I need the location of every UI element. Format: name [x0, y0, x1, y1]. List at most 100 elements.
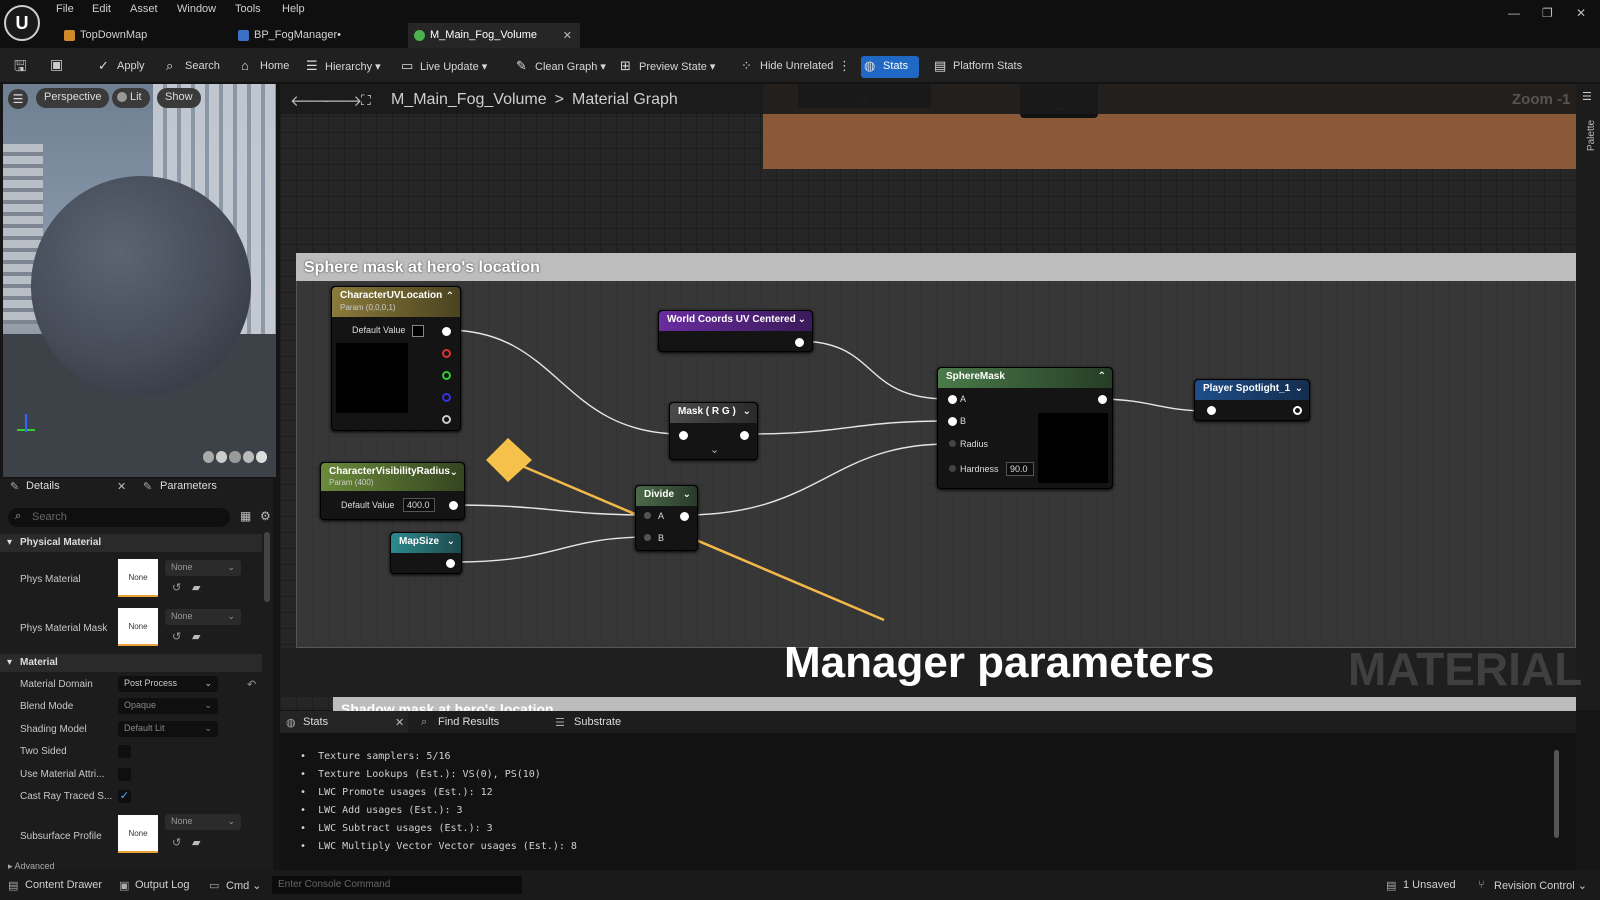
chevron-down-icon[interactable]: ⌄: [450, 467, 458, 478]
output-log-button[interactable]: Output Log: [135, 879, 189, 891]
tab-find-results[interactable]: Find Results: [438, 716, 499, 728]
node-header[interactable]: Mask ( R G ) ⌄: [670, 403, 757, 423]
stat-text: Texture samplers: 5/16: [318, 751, 451, 762]
wire: [446, 329, 683, 435]
pin-label-hardness: Hardness: [960, 464, 999, 474]
color-swatch[interactable]: [412, 325, 424, 337]
node-title: CharacterVisibilityRadius: [329, 466, 450, 477]
content-drawer-button[interactable]: Content Drawer: [25, 879, 102, 891]
cmd-dropdown[interactable]: Cmd ⌄: [226, 879, 262, 892]
output-pin[interactable]: [446, 559, 455, 568]
node-divide[interactable]: Divide ⌄ A B: [635, 485, 698, 551]
chevron-down-icon[interactable]: ⌄: [798, 314, 806, 325]
node-mask-rg[interactable]: Mask ( R G ) ⌄ ⌄: [669, 402, 758, 460]
output-pin[interactable]: [680, 512, 689, 521]
comment-title-lower[interactable]: Shadow mask at hero's location: [333, 697, 1576, 711]
chevron-down-icon[interactable]: ⌄: [743, 406, 751, 417]
chevron-up-icon[interactable]: ⌃: [1098, 371, 1106, 382]
input-pin-hardness[interactable]: [949, 465, 956, 472]
material-watermark: MATERIAL: [1348, 643, 1583, 695]
default-value-label: Default Value: [352, 325, 406, 335]
output-pin-g[interactable]: [442, 371, 451, 380]
tab-stats[interactable]: Stats: [303, 716, 328, 728]
input-pin-radius[interactable]: [949, 440, 956, 447]
node-title: World Coords UV Centered: [667, 314, 796, 325]
input-pin-a[interactable]: [948, 395, 957, 404]
stat-text: LWC Promote usages (Est.): 12: [318, 787, 493, 798]
output-pin[interactable]: [449, 501, 458, 510]
pin-label-b: B: [658, 533, 665, 543]
stat-line: • Texture samplers: 5/16: [300, 751, 451, 762]
stat-line: • LWC Promote usages (Est.): 12: [300, 787, 493, 798]
node-title: Player Spotlight_1: [1203, 383, 1291, 394]
stat-text: LWC Subtract usages (Est.): 3: [318, 823, 493, 834]
cmd-icon: ▭: [209, 880, 220, 892]
default-value-input[interactable]: 400.0: [403, 498, 435, 512]
stats-icon: ◍: [286, 717, 296, 729]
hardness-input[interactable]: 90.0: [1006, 462, 1034, 476]
input-pin-b[interactable]: [644, 534, 651, 541]
stat-text: LWC Multiply Vector Vector usages (Est.)…: [318, 841, 577, 852]
stats-scrollbar[interactable]: [1554, 750, 1559, 838]
node-header[interactable]: CharacterUVLocation Param (0,0,0,1) ⌃: [332, 287, 460, 317]
node-mapsize[interactable]: MapSize ⌄: [390, 532, 462, 574]
overlay-title: Manager parameters: [784, 638, 1215, 687]
substrate-icon: ☰: [555, 717, 565, 729]
chevron-down-icon[interactable]: ⌄: [1295, 383, 1303, 394]
console-input[interactable]: Enter Console Command: [272, 876, 522, 894]
wire: [743, 420, 949, 435]
unsaved-button[interactable]: 1 Unsaved: [1403, 879, 1456, 891]
pin-label-a: A: [960, 394, 967, 404]
node-character-visibility-radius[interactable]: CharacterVisibilityRadius Param (400) ⌄ De…: [320, 462, 465, 520]
output-pin[interactable]: [1293, 406, 1302, 415]
stat-line: • LWC Subtract usages (Est.): 3: [300, 823, 493, 834]
pin-label-b: B: [960, 416, 967, 426]
content-drawer-icon: ▤: [8, 880, 19, 892]
revision-control-icon: ⑂: [1478, 879, 1485, 891]
revision-control-button[interactable]: Revision Control ⌄: [1494, 879, 1587, 892]
node-subtitle: Param (400): [329, 478, 374, 487]
wire: [797, 340, 949, 400]
input-pin-b[interactable]: [948, 417, 957, 426]
revision-label: Revision Control: [1494, 880, 1575, 892]
node-header[interactable]: World Coords UV Centered ⌄: [659, 311, 812, 331]
node-title: MapSize: [399, 536, 440, 547]
node-header[interactable]: Player Spotlight_1 ⌄: [1195, 380, 1309, 400]
output-pin[interactable]: [795, 338, 804, 347]
chevron-down-icon[interactable]: ⌄: [447, 536, 455, 547]
node-preview: [1038, 413, 1108, 483]
output-pin[interactable]: [740, 431, 749, 440]
output-pin-rgba[interactable]: [442, 327, 451, 336]
chevron-down-icon[interactable]: ⌄: [683, 489, 691, 500]
node-header[interactable]: CharacterVisibilityRadius Param (400) ⌄: [321, 463, 464, 491]
node-player-spotlight[interactable]: Player Spotlight_1 ⌄: [1194, 379, 1310, 421]
output-pin-b[interactable]: [442, 393, 451, 402]
close-stats-icon[interactable]: ✕: [395, 716, 404, 729]
node-header[interactable]: Divide ⌄: [636, 486, 697, 506]
stat-line: • LWC Multiply Vector Vector usages (Est…: [300, 841, 577, 852]
expand-chevron-icon[interactable]: ⌄: [710, 443, 719, 456]
output-pin-r[interactable]: [442, 349, 451, 358]
node-world-coords-uv-centered[interactable]: World Coords UV Centered ⌄: [658, 310, 813, 352]
tab-stats-bg: [280, 711, 408, 733]
node-title: SphereMask: [946, 371, 1005, 382]
pin-label-a: A: [658, 511, 665, 521]
node-title: Mask ( R G ): [678, 406, 736, 417]
stat-text: Texture Lookups (Est.): VS(0), PS(10): [318, 769, 541, 780]
cmd-label: Cmd: [226, 880, 250, 892]
search-icon: ⌕: [421, 716, 428, 728]
node-character-uv-location[interactable]: CharacterUVLocation Param (0,0,0,1) ⌃ Defa…: [331, 286, 461, 431]
input-pin[interactable]: [679, 431, 688, 440]
output-log-icon: ▣: [119, 880, 130, 892]
annotation-diamond-icon: [486, 438, 532, 482]
node-header[interactable]: SphereMask ⌃: [938, 368, 1112, 388]
node-spheremask[interactable]: SphereMask ⌃ A B Radius Hardness 90.0: [937, 367, 1113, 489]
input-pin[interactable]: [1207, 406, 1216, 415]
output-pin[interactable]: [1098, 395, 1107, 404]
chevron-up-icon[interactable]: ⌃: [446, 291, 454, 303]
input-pin-a[interactable]: [644, 512, 651, 519]
node-header[interactable]: MapSize ⌄: [391, 533, 461, 553]
node-title: Divide: [644, 489, 675, 500]
tab-substrate[interactable]: Substrate: [574, 716, 621, 728]
output-pin-a[interactable]: [442, 415, 451, 424]
